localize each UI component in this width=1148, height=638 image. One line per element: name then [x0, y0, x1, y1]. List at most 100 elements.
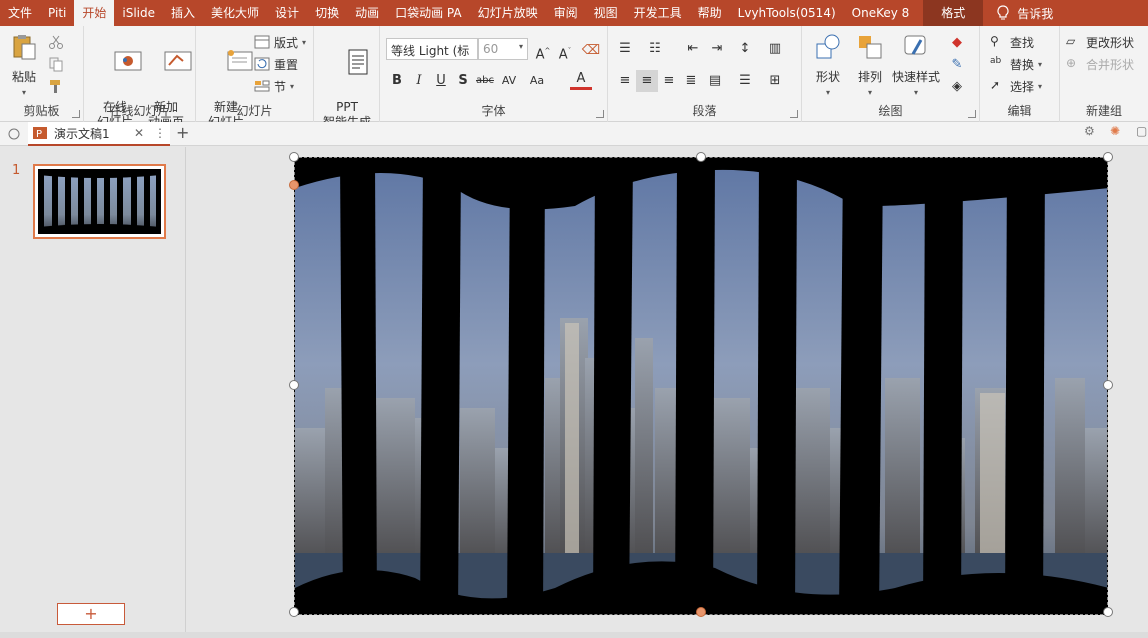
- group-slides: 新建 幻灯片 版式▾ 重置 节▾ 幻灯片: [196, 26, 314, 129]
- shape-fill-icon[interactable]: ◆: [946, 32, 968, 54]
- change-shape-button[interactable]: ▱ 更改形状: [1066, 32, 1134, 52]
- add-slide-button[interactable]: +: [57, 603, 125, 625]
- select-button[interactable]: ➚ 选择 ▾: [990, 76, 1042, 96]
- font-name-select[interactable]: 等线 Light (标: [386, 38, 478, 60]
- format-painter-icon[interactable]: [48, 78, 64, 94]
- resize-handle-top-right[interactable]: [1103, 152, 1113, 162]
- merge-shapes-button[interactable]: ⊕ 合并形状: [1066, 54, 1134, 74]
- change-shape-label: 更改形状: [1086, 35, 1135, 50]
- window-icon[interactable]: ▢: [1136, 124, 1147, 138]
- tab-0[interactable]: 文件: [0, 0, 40, 26]
- arrange-button[interactable]: 排列 ▾: [852, 32, 888, 100]
- change-case-icon[interactable]: Aa: [526, 70, 548, 92]
- increase-indent-icon[interactable]: ⇥: [706, 38, 728, 60]
- thumbnail-image: [38, 169, 161, 234]
- tab-12[interactable]: 视图: [586, 0, 626, 26]
- ribbon: 粘贴 ▾ 剪贴板 在线 幻灯片 新加 动画页 在线幻灯片 新建 幻灯片 版式▾ …: [0, 26, 1148, 129]
- tab-10[interactable]: 幻灯片放映: [470, 0, 546, 26]
- resize-handle-top-left[interactable]: [289, 152, 299, 162]
- adjust-handle-bottom[interactable]: [696, 607, 706, 617]
- document-tab[interactable]: P 演示文稿1 ✕ ⋮: [28, 122, 170, 146]
- close-icon[interactable]: ✕: [134, 126, 144, 140]
- quick-styles-button[interactable]: 快速样式 ▾: [890, 32, 942, 100]
- layout-button[interactable]: 版式 ▾: [254, 32, 306, 52]
- tab-15[interactable]: LvyhTools(0514): [730, 0, 844, 26]
- font-color-icon[interactable]: A: [570, 70, 592, 90]
- drawing-launcher-icon[interactable]: [968, 110, 976, 118]
- shapes-button[interactable]: 形状 ▾: [808, 32, 848, 100]
- gear-icon[interactable]: ✺: [1110, 124, 1120, 138]
- shadow-icon[interactable]: S: [452, 70, 474, 92]
- powerpoint-icon: P: [33, 127, 47, 140]
- replace-button[interactable]: ab 替换 ▾: [990, 54, 1042, 74]
- tab-13[interactable]: 开发工具: [626, 0, 690, 26]
- justify-icon[interactable]: ≣: [680, 70, 702, 92]
- copy-icon[interactable]: [48, 56, 64, 72]
- font-launcher-icon[interactable]: [596, 110, 604, 118]
- adjust-handle-left[interactable]: [289, 180, 299, 190]
- align-left-icon[interactable]: ≡: [614, 70, 636, 92]
- numbering-icon[interactable]: ☷: [644, 38, 666, 60]
- tab-2[interactable]: 开始: [74, 0, 115, 26]
- tell-me-box[interactable]: 告诉我: [995, 5, 1053, 22]
- underline-icon[interactable]: U: [430, 70, 452, 92]
- more-icon[interactable]: ⋮: [150, 126, 170, 140]
- bullets-icon[interactable]: ☰: [614, 38, 636, 60]
- tab-4[interactable]: 插入: [163, 0, 203, 26]
- section-button[interactable]: 节 ▾: [254, 76, 294, 96]
- slide-thumbnail[interactable]: [33, 164, 166, 239]
- replace-label: 替换: [1010, 57, 1035, 72]
- paste-button[interactable]: 粘贴 ▾: [6, 32, 42, 100]
- font-name-value: 等线 Light (标: [391, 44, 470, 58]
- tab-1[interactable]: Piti: [40, 0, 74, 26]
- tab-6[interactable]: 设计: [267, 0, 307, 26]
- slide-canvas: [187, 147, 1148, 638]
- tab-9[interactable]: 口袋动画 PA: [387, 0, 470, 26]
- reset-button[interactable]: 重置: [254, 54, 298, 74]
- align-right-icon[interactable]: ≡: [658, 70, 680, 92]
- settings-icon[interactable]: ⚙: [1084, 124, 1095, 138]
- decrease-indent-icon[interactable]: ⇤: [682, 38, 704, 60]
- tab-format[interactable]: 格式: [923, 0, 984, 26]
- tell-me-label: 告诉我: [1017, 6, 1054, 21]
- increase-font-icon[interactable]: A^: [532, 40, 554, 62]
- tab-14[interactable]: 帮助: [690, 0, 730, 26]
- line-spacing-icon[interactable]: ↕: [734, 38, 756, 60]
- columns-icon[interactable]: ▥: [764, 38, 786, 60]
- add-tab-icon[interactable]: +: [176, 123, 189, 142]
- tab-11[interactable]: 审阅: [546, 0, 586, 26]
- tab-8[interactable]: 动画: [347, 0, 387, 26]
- tab-5[interactable]: 美化大师: [203, 0, 267, 26]
- align-center-icon[interactable]: ≡: [636, 70, 658, 92]
- find-button[interactable]: ⚲ 查找: [990, 32, 1034, 52]
- paragraph-launcher-icon[interactable]: [790, 110, 798, 118]
- shape-effects-icon[interactable]: ◈: [946, 76, 968, 98]
- quick-styles-icon: [904, 35, 926, 55]
- shape-outline-icon[interactable]: ✎: [946, 54, 968, 76]
- tab-16[interactable]: OneKey 8: [844, 0, 918, 26]
- group-paragraph: ☰ ☷ ⇤ ⇥ ↕ ▥ ≡ ≡ ≡ ≣ ▤ ☰ ⊞ 段落: [608, 26, 802, 122]
- resize-handle-top[interactable]: [696, 152, 706, 162]
- bold-icon[interactable]: B: [386, 70, 408, 92]
- font-size-select[interactable]: 60 ▾: [478, 38, 528, 60]
- resize-handle-bottom-right[interactable]: [1103, 607, 1113, 617]
- distributed-icon[interactable]: ▤: [704, 70, 726, 92]
- strikethrough-icon[interactable]: abc: [474, 70, 496, 92]
- pin-icon[interactable]: [6, 126, 22, 142]
- slide[interactable]: [294, 157, 1108, 615]
- tab-7[interactable]: 切换: [307, 0, 347, 26]
- resize-handle-bottom-left[interactable]: [289, 607, 299, 617]
- tab-3[interactable]: iSlide: [114, 0, 163, 26]
- clear-format-icon[interactable]: ⌫: [580, 40, 602, 62]
- align-text-icon[interactable]: ☰: [734, 70, 756, 92]
- italic-icon[interactable]: I: [408, 70, 430, 92]
- resize-handle-left[interactable]: [289, 380, 299, 390]
- cut-icon[interactable]: [48, 34, 64, 50]
- find-label: 查找: [1010, 35, 1035, 50]
- clipboard-launcher-icon[interactable]: [72, 110, 80, 118]
- merge-shapes-label: 合并形状: [1086, 57, 1135, 72]
- decrease-font-icon[interactable]: Aˇ: [554, 40, 576, 62]
- character-spacing-icon[interactable]: AV: [498, 70, 520, 92]
- smartart-icon[interactable]: ⊞: [764, 70, 786, 92]
- resize-handle-right[interactable]: [1103, 380, 1113, 390]
